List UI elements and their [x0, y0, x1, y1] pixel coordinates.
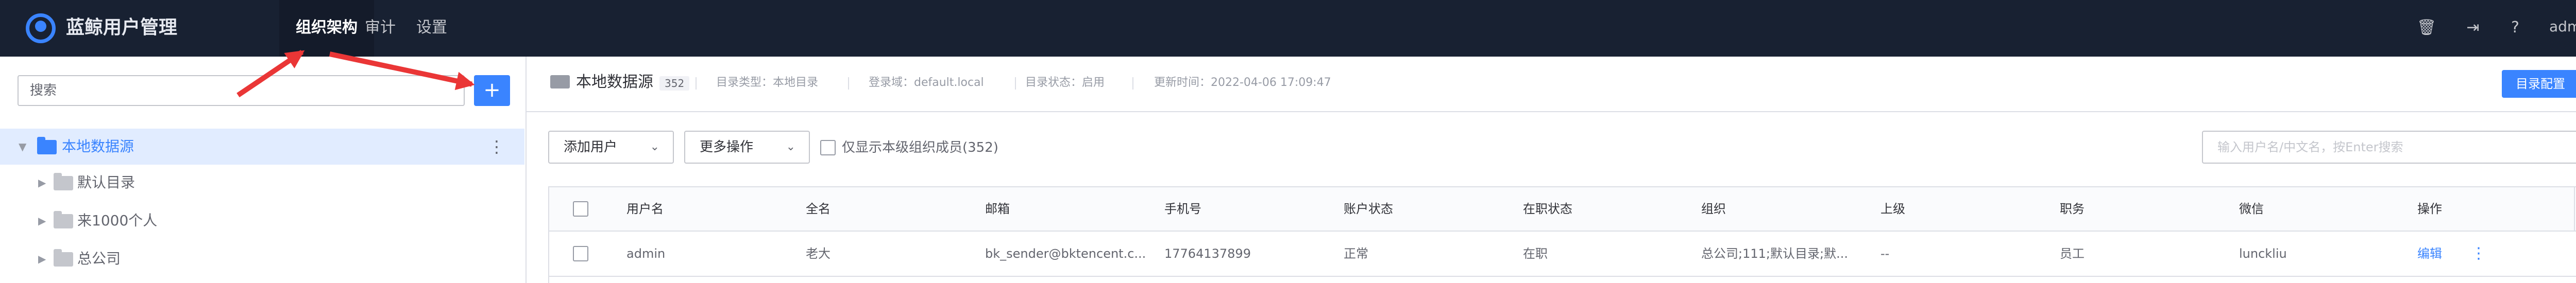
folder-icon — [54, 211, 73, 228]
tree-item-default-dir[interactable]: ▶ 默认目录 — [0, 165, 524, 201]
cell-phone: 17764137899 — [1164, 246, 1251, 261]
member-count-badge: 352 — [659, 76, 690, 91]
tree-item-head-office[interactable]: ▶ 总公司 — [0, 241, 524, 277]
source-info-bar: 本地数据源 352 目录类型：本地目录 登录域：default.local 目录… — [527, 57, 2576, 112]
column-header[interactable]: 微信 — [2239, 187, 2264, 231]
source-updated: 更新时间：2022-04-06 17:09:47 — [1154, 76, 1331, 89]
table-header: 用户名 全名 邮箱 手机号 账户状态 在职状态 组织 上级 职务 微信 操作 ⚙ — [549, 187, 2576, 232]
caret-right-icon[interactable]: ▶ — [38, 165, 46, 201]
sidebar: + ▼ 本地数据源 ⋮ ▶ 默认目录 ▶ 来1000个人 ▶ 总公司 — [0, 57, 527, 283]
chevron-down-icon: ⌄ — [650, 140, 659, 153]
tree-item-label: 来1000个人 — [77, 212, 158, 229]
trash-icon[interactable]: 🗑 — [2416, 17, 2437, 38]
nav-settings[interactable]: 设置 — [416, 0, 447, 57]
divider — [1015, 77, 1016, 90]
source-name: 本地数据源 — [576, 73, 653, 91]
source-status: 目录状态：启用 — [1025, 76, 1105, 89]
source-domain: 登录域：default.local — [869, 76, 984, 89]
more-vertical-icon[interactable]: ⋮ — [488, 129, 505, 165]
cell-username: admin — [626, 246, 666, 261]
cell-leader: -- — [1880, 246, 1890, 261]
caret-down-icon[interactable]: ▼ — [19, 129, 26, 165]
column-header[interactable]: 职务 — [2060, 187, 2084, 231]
users-table: 用户名 全名 邮箱 手机号 账户状态 在职状态 组织 上级 职务 微信 操作 ⚙… — [548, 186, 2576, 283]
cell-org: 总公司;111;默认目录;默... — [1701, 246, 1848, 261]
export-icon[interactable]: ⇥ — [2463, 17, 2483, 38]
tree-item-local-source[interactable]: ▼ 本地数据源 ⋮ — [0, 129, 524, 165]
column-header[interactable]: 上级 — [1880, 187, 1905, 231]
divider — [696, 77, 697, 90]
cell-job-status: 在职 — [1523, 246, 1548, 261]
directory-config-button[interactable]: 目录配置 — [2502, 70, 2576, 98]
user-menu[interactable]: admin ▼ — [2549, 15, 2576, 39]
column-header[interactable]: 邮箱 — [985, 187, 1010, 231]
gear-icon[interactable]: ⚙ — [2574, 187, 2576, 231]
folder-icon — [54, 173, 73, 190]
more-actions-dropdown[interactable]: 更多操作 ⌄ — [684, 131, 810, 164]
app-title: 蓝鲸用户管理 — [66, 17, 178, 38]
column-header[interactable]: 手机号 — [1164, 187, 1201, 231]
folder-icon — [37, 137, 57, 154]
table-row[interactable]: admin 老大 bk_sender@bktencent.c... 177641… — [549, 232, 2576, 277]
nav-audit[interactable]: 审计 — [365, 0, 396, 57]
cell-email: bk_sender@bktencent.c... — [985, 246, 1146, 261]
divider — [1132, 77, 1133, 90]
only-this-level-label: 仅显示本级组织成员(352) — [842, 140, 998, 155]
source-type: 目录类型：本地目录 — [716, 76, 819, 89]
column-header: 操作 — [2417, 202, 2442, 216]
column-header[interactable]: 全名 — [806, 187, 831, 231]
column-header[interactable]: 用户名 — [626, 187, 664, 231]
cell-fullname: 老大 — [806, 246, 831, 261]
more-actions-label: 更多操作 — [700, 139, 754, 155]
column-header[interactable]: 组织 — [1701, 187, 1726, 231]
caret-right-icon[interactable]: ▶ — [38, 241, 46, 277]
add-department-button[interactable]: + — [474, 75, 510, 106]
divider — [848, 77, 849, 90]
tree-item-label: 本地数据源 — [62, 138, 134, 155]
select-all-checkbox[interactable] — [573, 201, 588, 217]
app-logo-icon — [26, 13, 56, 43]
tree-item-label: 默认目录 — [77, 174, 135, 191]
more-vertical-icon[interactable]: ⋮ — [2471, 232, 2486, 276]
cell-title: 员工 — [2060, 246, 2084, 261]
cell-account-status: 正常 — [1344, 246, 1368, 261]
add-user-label: 添加用户 — [564, 139, 618, 155]
help-icon[interactable]: ? — [2505, 17, 2526, 38]
cell-wechat: lunckliu — [2239, 246, 2287, 261]
user-name: admin — [2549, 18, 2576, 35]
user-search[interactable] — [2202, 131, 2576, 164]
chevron-down-icon: ⌄ — [786, 140, 795, 153]
top-navbar: 蓝鲸用户管理 组织架构 审计 设置 🗑 ⇥ ? admin ▼ — [0, 0, 2576, 57]
tree-item-label: 总公司 — [77, 250, 121, 267]
caret-right-icon[interactable]: ▶ — [38, 203, 46, 239]
folder-icon — [550, 75, 570, 89]
tree-item-1000-people[interactable]: ▶ 来1000个人 — [0, 203, 524, 239]
row-checkbox[interactable] — [573, 246, 588, 261]
user-search-input[interactable] — [2203, 132, 2576, 163]
edit-link[interactable]: 编辑 — [2417, 232, 2442, 276]
only-this-level-checkbox[interactable] — [820, 140, 836, 155]
folder-icon — [54, 249, 73, 267]
add-user-dropdown[interactable]: 添加用户 ⌄ — [548, 131, 674, 164]
column-header[interactable]: 在职状态 — [1523, 187, 1572, 231]
main-content: 本地数据源 352 目录类型：本地目录 登录域：default.local 目录… — [527, 57, 2576, 283]
column-header[interactable]: 账户状态 — [1344, 187, 1393, 231]
